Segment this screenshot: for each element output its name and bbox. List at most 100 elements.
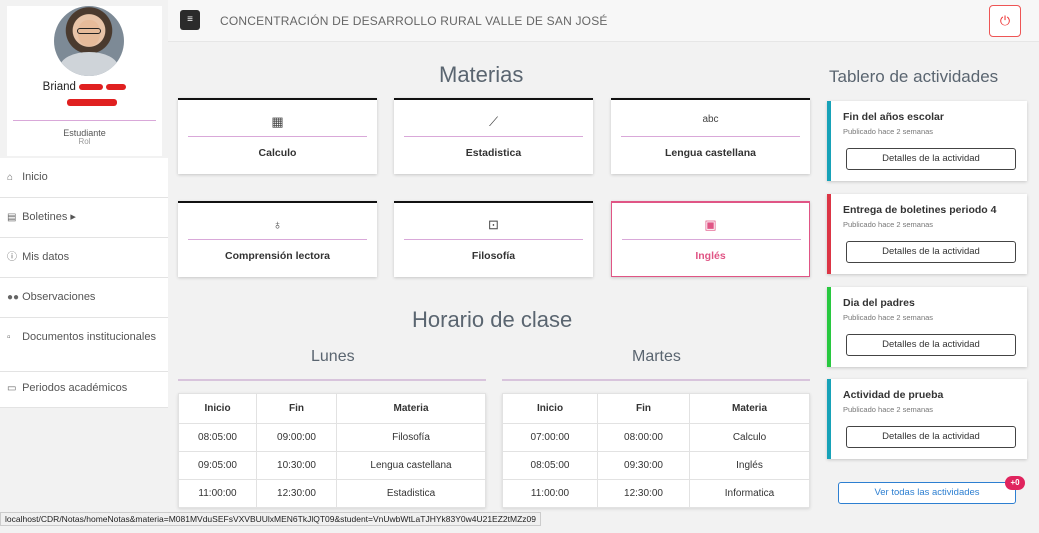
activity-card: Actividad de prueba Publicado hace 2 sem… — [827, 379, 1027, 459]
menu-toggle-button[interactable]: ≡ — [180, 10, 200, 30]
column-header: Fin — [597, 393, 690, 424]
role-caption: Rol — [78, 137, 91, 146]
table-cell: 08:05:00 — [502, 451, 598, 480]
subject-label: Lengua castellana — [664, 147, 757, 159]
table-cell: Inglés — [689, 451, 810, 480]
table-cell: Informatica — [689, 479, 810, 508]
activity-title: Actividad de prueba — [843, 389, 944, 401]
redaction-mark — [79, 83, 104, 90]
day-divider — [178, 379, 486, 381]
subject-label: Comprensión lectora — [224, 250, 331, 262]
info-icon: ⓘ — [7, 252, 17, 263]
profile-divider — [13, 120, 156, 121]
status-bar-url: localhost/CDR/Notas/homeNotas&materia=M0… — [0, 512, 541, 526]
sidebar-item-periodos[interactable]: ▭ Periodos académicos — [0, 372, 168, 408]
sidebar-item-label: Documentos institucionales — [22, 331, 156, 343]
table-cell: Lengua castellana — [336, 451, 486, 480]
sidebar: Briand Estudiante Rol ⌂ Inicio ▤ Boletin… — [0, 0, 168, 533]
sidebar-item-mis-datos[interactable]: ⓘ Mis datos — [0, 238, 168, 278]
table-cell: 11:00:00 — [178, 479, 257, 508]
subject-card-estadistica[interactable]: ⟋ Estadistica — [394, 98, 593, 174]
subject-card-calculo[interactable]: ▦ Calculo — [178, 98, 377, 174]
table-cell: Estadistica — [336, 479, 486, 508]
logout-button[interactable]: ⏻ — [989, 5, 1021, 37]
subject-card-ingles[interactable]: ▣ Inglés — [611, 201, 810, 277]
activity-card: Fin del años escolar Publicado hace 2 se… — [827, 101, 1027, 181]
card-divider — [404, 239, 583, 240]
materias-title: Materias — [439, 62, 524, 87]
activity-title: Dia del padres — [843, 297, 915, 309]
table-row: 07:00:00 08:00:00 Calculo — [502, 423, 810, 452]
table-row: 09:05:00 10:30:00 Lengua castellana — [178, 451, 486, 480]
column-header: Materia — [689, 393, 810, 424]
activity-title: Fin del años escolar — [843, 111, 944, 123]
table-cell: 07:00:00 — [502, 423, 598, 452]
table-cell: 09:00:00 — [256, 423, 337, 452]
avatar — [54, 6, 124, 76]
sidebar-item-boletines[interactable]: ▤ Boletines ▸ — [0, 198, 168, 238]
redaction-mark — [106, 83, 127, 90]
subject-label: Inglés — [695, 250, 726, 262]
column-header: Inicio — [502, 393, 598, 424]
column-header: Materia — [336, 393, 486, 424]
redaction-mark — [67, 99, 117, 106]
subject-card-filosofia[interactable]: ⊡ Filosofía — [394, 201, 593, 277]
sidebar-item-label: Mis datos — [22, 251, 70, 263]
glasses-icon: ●● — [7, 292, 20, 303]
table-cell: 09:30:00 — [597, 451, 690, 480]
bookmark-icon: ⊡ — [488, 217, 499, 232]
document-icon: ▤ — [7, 212, 17, 223]
card-divider — [188, 136, 367, 137]
subject-card-lengua[interactable]: abc Lengua castellana — [611, 98, 810, 174]
table-cell: Filosofía — [336, 423, 486, 452]
activity-details-button[interactable]: Detalles de la actividad — [846, 241, 1016, 263]
table-cell: 09:05:00 — [178, 451, 257, 480]
column-header: Fin — [256, 393, 337, 424]
subject-label: Filosofía — [471, 250, 516, 262]
day-divider — [502, 379, 810, 381]
activity-card: Entrega de boletines periodo 4 Publicado… — [827, 194, 1027, 274]
activity-published: Publicado hace 2 semanas — [843, 127, 934, 136]
horario-title: Horario de clase — [412, 307, 573, 332]
table-cell: 08:00:00 — [597, 423, 690, 452]
table-row: 08:05:00 09:00:00 Filosofía — [178, 423, 486, 452]
day-label-martes: Martes — [632, 348, 681, 365]
activity-details-button[interactable]: Detalles de la actividad — [846, 334, 1016, 356]
activity-details-button[interactable]: Detalles de la actividad — [846, 426, 1016, 448]
all-activities-button[interactable]: Ver todas las actividades — [838, 482, 1016, 504]
home-icon: ⌂ — [7, 172, 14, 183]
chart-line-icon: ⟋ — [488, 114, 499, 129]
table-cell: 10:30:00 — [256, 451, 337, 480]
card-divider — [404, 136, 583, 137]
profile-card: Briand Estudiante Rol — [7, 6, 162, 156]
sidebar-item-observaciones[interactable]: ●● Observaciones — [0, 278, 168, 318]
calculator-icon: ▦ — [271, 114, 284, 129]
table-cell: 08:05:00 — [178, 423, 257, 452]
student-name: Briand — [7, 81, 162, 93]
sidebar-menu: ⌂ Inicio ▤ Boletines ▸ ⓘ Mis datos ●● Ob… — [0, 158, 168, 408]
sidebar-item-inicio[interactable]: ⌂ Inicio — [0, 158, 168, 198]
spellcheck-icon: abc — [702, 114, 719, 125]
activity-card: Dia del padres Publicado hace 2 semanas … — [827, 287, 1027, 367]
subject-label: Calculo — [258, 147, 297, 159]
table-cell: 12:30:00 — [256, 479, 337, 508]
table-row: 08:05:00 09:30:00 Inglés — [502, 451, 810, 480]
activity-details-button[interactable]: Detalles de la actividad — [846, 148, 1016, 170]
student-first-name: Briand — [42, 81, 76, 93]
table-row: 11:00:00 12:30:00 Informatica — [502, 479, 810, 508]
notification-badge: +0 — [1005, 476, 1025, 490]
table-row: 11:00:00 12:30:00 Estadistica — [178, 479, 486, 508]
sidebar-item-documentos[interactable]: ▫ Documentos institucionales — [0, 318, 168, 372]
column-header: Inicio — [178, 393, 257, 424]
calendar-icon: ▭ — [7, 383, 17, 394]
top-bar: ≡ CONCENTRACIÓN DE DESARROLLO RURAL VALL… — [168, 0, 1039, 42]
card-divider — [188, 239, 367, 240]
activity-published: Publicado hace 2 semanas — [843, 220, 934, 229]
schedule-table-lunes: Inicio Fin Materia 08:05:00 09:00:00 Fil… — [178, 393, 486, 508]
sidebar-item-label: Observaciones — [22, 291, 96, 303]
subject-card-comprension[interactable]: ♁ Comprensión lectora — [178, 201, 377, 277]
schedule-table-martes: Inicio Fin Materia 07:00:00 08:00:00 Cal… — [502, 393, 810, 508]
actividades-title: Tablero de actividades — [829, 67, 999, 86]
power-icon: ⏻ — [999, 13, 1011, 28]
school-title: CONCENTRACIÓN DE DESARROLLO RURAL VALLE … — [220, 14, 608, 28]
